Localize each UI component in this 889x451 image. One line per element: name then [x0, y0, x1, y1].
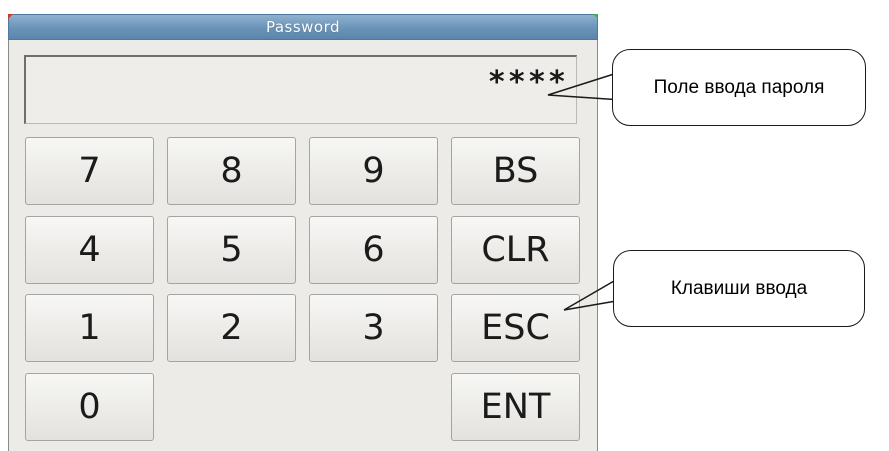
- clear-button[interactable]: CLR: [451, 216, 580, 284]
- backspace-button[interactable]: BS: [451, 137, 580, 205]
- key-4-button[interactable]: 4: [25, 216, 154, 284]
- input-keys-callout: Клавиши ввода: [613, 250, 865, 327]
- key-8-button[interactable]: 8: [167, 137, 296, 205]
- password-dialog: Password **** 7 8 9 BS 4 5 6 CLR 1 2 3 E…: [8, 14, 598, 451]
- key-2-button[interactable]: 2: [167, 294, 296, 362]
- key-7-button[interactable]: 7: [25, 137, 154, 205]
- key-9-button[interactable]: 9: [309, 137, 438, 205]
- input-keys-callout-text: Клавиши ввода: [670, 277, 808, 299]
- title-bar[interactable]: Password: [8, 14, 598, 40]
- enter-button[interactable]: ENT: [451, 373, 580, 441]
- window-corner-red-icon: [8, 14, 13, 19]
- screenshot-stage: Password **** 7 8 9 BS 4 5 6 CLR 1 2 3 E…: [0, 0, 889, 451]
- password-field-callout: Поле ввода пароля: [612, 49, 866, 126]
- dialog-title: Password: [265, 18, 341, 36]
- password-field-callout-text: Поле ввода пароля: [653, 76, 825, 98]
- key-1-button[interactable]: 1: [25, 294, 154, 362]
- escape-button[interactable]: ESC: [451, 294, 580, 362]
- key-5-button[interactable]: 5: [167, 216, 296, 284]
- key-6-button[interactable]: 6: [309, 216, 438, 284]
- password-masked-value: ****: [487, 65, 568, 100]
- key-0-button[interactable]: 0: [25, 373, 154, 441]
- window-corner-green-icon[interactable]: [593, 14, 598, 19]
- key-3-button[interactable]: 3: [309, 294, 438, 362]
- password-field[interactable]: ****: [24, 55, 577, 124]
